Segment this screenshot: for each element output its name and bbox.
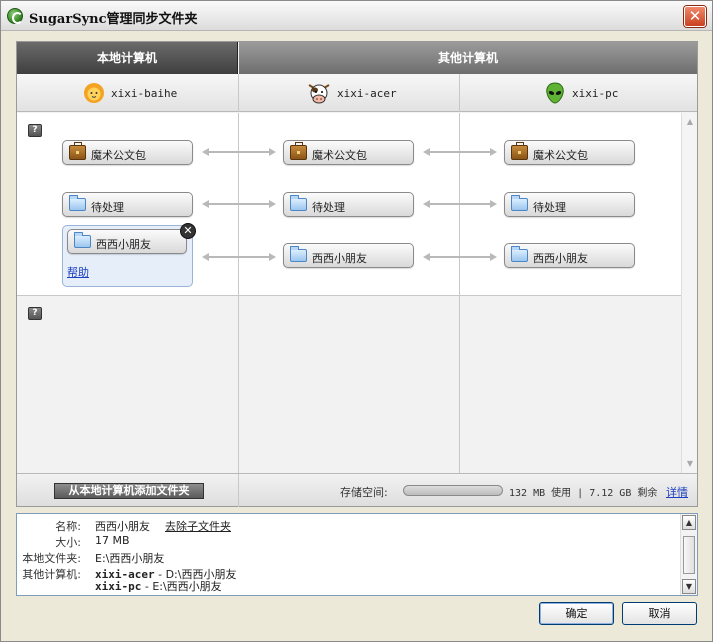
scroll-up-icon[interactable]: ▲ [682, 515, 696, 530]
window-title: SugarSync管理同步文件夹 [29, 12, 198, 27]
storage-label: 存储空间: [340, 486, 388, 499]
local-computer-header: 本地计算机 [17, 42, 238, 74]
folder-label: 待处理 [312, 201, 345, 214]
remove-subfolder-link[interactable]: 去除子文件夹 [165, 518, 231, 534]
folder-icon [511, 246, 528, 262]
folder-label: 魔术公文包 [533, 149, 588, 162]
storage-used-text: 132 MB 使用 | 7.12 GB 剩余 [509, 488, 658, 499]
folder-button-briefcase-pc[interactable]: 魔术公文包 [504, 140, 635, 165]
help-icon[interactable]: ? [28, 124, 42, 137]
other-computers-header: 其他计算机 [239, 42, 697, 74]
selected-folder-card[interactable]: 西西小朋友 帮助 [62, 225, 193, 287]
folder-icon [69, 195, 86, 211]
bottom-divider [238, 474, 239, 507]
computer-cell-acer: xixi-acer [239, 74, 460, 112]
folder-button-pending-acer[interactable]: 待处理 [283, 192, 414, 217]
remove-folder-icon[interactable]: ✕ [180, 223, 196, 239]
add-local-folder-button[interactable]: 从本地计算机添加文件夹 [54, 483, 204, 499]
grid-scrollbar[interactable]: ▲ ▼ [681, 113, 697, 473]
column-divider [459, 113, 460, 473]
folder-label: 西西小朋友 [312, 252, 367, 265]
column-divider [238, 113, 239, 473]
folder-info-panel: 名称: 西西小朋友 去除子文件夹 大小: 17 MB 本地文件夹: E:\西西小… [16, 513, 698, 596]
sync-arrow [202, 148, 276, 156]
folder-button-briefcase-acer[interactable]: 魔术公文包 [283, 140, 414, 165]
help-link[interactable]: 帮助 [67, 264, 89, 280]
sync-arrow [423, 253, 497, 261]
alien-avatar-icon [546, 82, 564, 104]
sync-arrow [202, 253, 276, 261]
storage-progress-bar [403, 485, 503, 496]
folder-button-pending-pc[interactable]: 待处理 [504, 192, 635, 217]
folder-label: 魔术公文包 [312, 149, 367, 162]
folder-label: 待处理 [533, 201, 566, 214]
folder-icon [511, 195, 528, 211]
folder-grid: ? ? 魔术公文包 魔术公文包 魔术公文包 待处理 待处理 待处理 西西小朋友 … [17, 113, 681, 473]
lion-avatar-icon [84, 83, 104, 103]
scroll-down-icon[interactable]: ▼ [682, 579, 696, 594]
info-scrollbar[interactable]: ▲ ▼ [680, 514, 697, 595]
sugarsync-app-icon [7, 8, 23, 24]
row-divider [17, 295, 681, 296]
folder-button-pending-local[interactable]: 待处理 [62, 192, 193, 217]
folder-sync-panel: 本地计算机 其他计算机 xixi-baihe xixi-acer xixi-pc… [16, 41, 698, 507]
sync-arrow [202, 200, 276, 208]
other-computer-name: xixi-pc [95, 580, 142, 593]
computer-row: xixi-baihe xixi-acer xixi-pc [17, 74, 697, 112]
folder-icon [74, 232, 91, 248]
folder-button-briefcase-local[interactable]: 魔术公文包 [62, 140, 193, 165]
cancel-button[interactable]: 取消 [622, 602, 697, 625]
briefcase-icon [511, 142, 528, 160]
other-computers-label: 其他计算机: [22, 568, 81, 581]
folder-label: 西西小朋友 [533, 252, 588, 265]
folder-button-xixi-acer[interactable]: 西西小朋友 [283, 243, 414, 268]
bottom-bar: 从本地计算机添加文件夹 存储空间: 132 MB 使用 | 7.12 GB 剩余… [17, 473, 697, 507]
cow-avatar-icon [308, 84, 330, 104]
computer-name-local: xixi-baihe [111, 87, 178, 100]
help-icon[interactable]: ? [28, 307, 42, 320]
title-bar: SugarSync管理同步文件夹 ✕ [1, 1, 712, 31]
size-value: 17 MB [95, 534, 130, 547]
scroll-up-icon[interactable]: ▲ [683, 115, 697, 129]
empty-area [17, 296, 681, 473]
sync-arrow [423, 148, 497, 156]
storage-details-link[interactable]: 详情 [666, 484, 688, 500]
other-computer-entry: xixi-pc - E:\西西小朋友 [95, 578, 222, 594]
scroll-thumb[interactable] [683, 536, 695, 574]
folder-label: 魔术公文包 [91, 149, 146, 162]
sync-folder-dialog: SugarSync管理同步文件夹 ✕ 本地计算机 其他计算机 xixi-baih… [0, 0, 713, 642]
computer-name-acer: xixi-acer [337, 87, 397, 100]
folder-button-xixi-pc[interactable]: 西西小朋友 [504, 243, 635, 268]
folder-button-xixi-local[interactable]: 西西小朋友 [67, 229, 187, 254]
local-folder-value: E:\西西小朋友 [95, 552, 165, 565]
briefcase-icon [69, 142, 86, 160]
local-folder-label: 本地文件夹: [22, 552, 81, 565]
ok-button[interactable]: 确定 [539, 602, 614, 625]
computer-cell-local: xixi-baihe [17, 74, 239, 112]
computer-cell-pc: xixi-pc [460, 74, 697, 112]
size-label: 大小: [55, 536, 81, 549]
computer-name-pc: xixi-pc [572, 87, 619, 100]
sync-arrow [423, 200, 497, 208]
close-button[interactable]: ✕ [684, 6, 706, 27]
briefcase-icon [290, 142, 307, 160]
folder-icon [290, 246, 307, 262]
name-label: 名称: [55, 520, 81, 533]
scroll-down-icon[interactable]: ▼ [683, 457, 697, 471]
folder-label: 西西小朋友 [96, 238, 151, 251]
folder-label: 待处理 [91, 201, 124, 214]
name-value: 西西小朋友 [95, 520, 150, 533]
other-computer-path: - E:\西西小朋友 [141, 580, 222, 593]
folder-icon [290, 195, 307, 211]
